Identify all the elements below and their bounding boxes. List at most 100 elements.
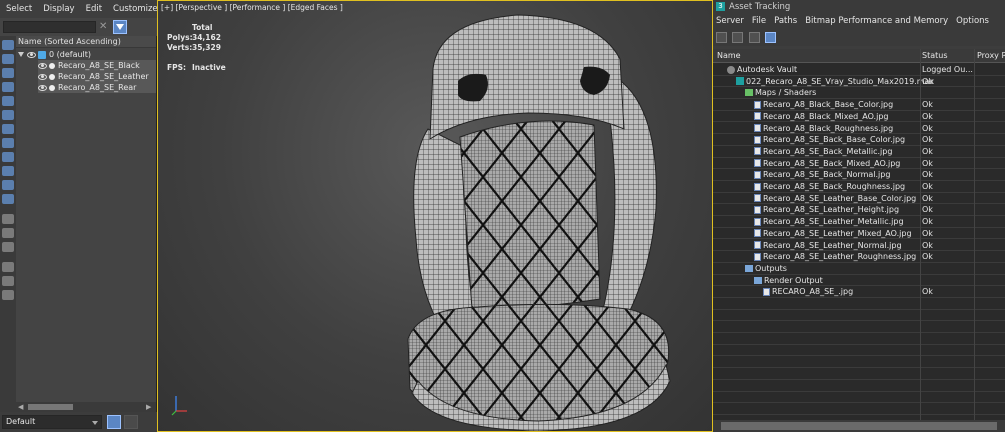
folder-icon[interactable]	[2, 290, 14, 300]
menu-display[interactable]: Display	[37, 4, 79, 14]
asset-row[interactable]: Recaro_A8_SE_Leather_Height.jpg Ok	[713, 204, 1005, 217]
display-hidden-icon[interactable]	[2, 194, 14, 204]
sort-by-hierarchy-icon[interactable]	[107, 415, 121, 429]
asset-row[interactable]: Maps / Shaders	[713, 87, 1005, 100]
viewport-label-menu[interactable]: [+] [Perspective ] [Performance ] [Edged…	[161, 3, 343, 12]
display-bones-icon[interactable]	[2, 152, 14, 162]
asset-row[interactable]: Recaro_A8_Black_Mixed_AO.jpg Ok	[713, 111, 1005, 123]
display-xrefs-icon[interactable]	[2, 138, 14, 148]
asset-row[interactable]	[713, 368, 1005, 380]
list-view-icon[interactable]	[732, 32, 743, 43]
tree-horizontal-scrollbar[interactable]: ◀ ▶	[16, 402, 156, 412]
tree-row-layer-default[interactable]: 0 (default)	[18, 49, 156, 60]
asset-row[interactable]: Outputs	[713, 263, 1005, 275]
scroll-left-icon[interactable]: ◀	[18, 403, 26, 411]
visibility-eye-icon[interactable]	[38, 84, 47, 91]
asset-row[interactable]: Recaro_A8_Black_Base_Color.jpg Ok	[713, 99, 1005, 111]
asset-row[interactable]: 022_Recaro_A8_SE_Vray_Studio_Max2019.max…	[713, 76, 1005, 88]
asset-row[interactable]: Recaro_A8_SE_Leather_Mixed_AO.jpg Ok	[713, 228, 1005, 240]
asset-name: Recaro_A8_SE_Back_Base_Color.jpg	[754, 134, 905, 145]
image-file-icon	[754, 194, 761, 203]
asset-row[interactable]	[713, 298, 1005, 310]
asset-row[interactable]	[713, 380, 1005, 392]
asset-status: Ok	[922, 135, 933, 145]
asset-name: Recaro_A8_SE_Back_Roughness.jpg	[754, 181, 905, 192]
asset-row[interactable]	[713, 392, 1005, 404]
asset-row[interactable]: Recaro_A8_SE_Leather_Metallic.jpg Ok	[713, 216, 1005, 228]
menu-server[interactable]: Server	[713, 14, 749, 29]
visibility-eye-icon[interactable]	[38, 73, 47, 80]
display-shapes-icon[interactable]	[2, 54, 14, 64]
asset-row[interactable]: Render Output	[713, 275, 1005, 287]
racing-seat-wireframe-model[interactable]	[388, 9, 688, 432]
asset-status: Ok	[922, 123, 933, 133]
asset-name: Recaro_A8_SE_Leather_Metallic.jpg	[754, 216, 904, 227]
display-lights-icon[interactable]	[2, 68, 14, 78]
asset-row[interactable]: Recaro_A8_SE_Leather_Normal.jpg Ok	[713, 240, 1005, 252]
display-frozen-icon[interactable]	[2, 180, 14, 190]
menu-select[interactable]: Select	[0, 4, 37, 14]
sort-by-layer-icon[interactable]	[124, 415, 138, 429]
image-file-icon	[754, 147, 761, 156]
invert-display-icon[interactable]	[2, 242, 14, 252]
display-space-warps-icon[interactable]	[2, 110, 14, 120]
asset-row[interactable]: Recaro_A8_SE_Back_Normal.jpg Ok	[713, 169, 1005, 181]
explorer-filter-toolbar	[0, 36, 16, 418]
column-name[interactable]: Name	[717, 49, 917, 63]
column-divider	[920, 49, 921, 420]
asset-row[interactable]: Autodesk Vault Logged Ou...	[713, 64, 1005, 76]
scroll-right-icon[interactable]: ▶	[146, 403, 154, 411]
asset-row[interactable]	[713, 310, 1005, 322]
visibility-eye-icon[interactable]	[27, 51, 36, 58]
asset-row[interactable]: Recaro_A8_SE_Back_Mixed_AO.jpg Ok	[713, 158, 1005, 170]
menu-options[interactable]: Options	[953, 14, 994, 29]
asset-row[interactable]: Recaro_A8_SE_Back_Base_Color.jpg Ok	[713, 134, 1005, 146]
asset-status: Ok	[922, 252, 933, 262]
display-helpers-icon[interactable]	[2, 96, 14, 106]
tree-row-object[interactable]: Recaro_A8_SE_Rear	[38, 82, 156, 93]
menu-paths[interactable]: Paths	[771, 14, 802, 29]
expand-arrow-icon[interactable]	[18, 52, 24, 57]
asset-row[interactable]: Recaro_A8_SE_Back_Roughness.jpg Ok	[713, 181, 1005, 193]
asset-row[interactable]: Recaro_A8_SE_Leather_Roughness.jpg Ok	[713, 251, 1005, 263]
menu-customize[interactable]: Customize	[107, 4, 163, 14]
display-none-icon[interactable]	[2, 228, 14, 238]
grid-view-icon[interactable]	[765, 32, 776, 43]
filter-funnel-icon[interactable]	[2, 262, 14, 272]
filter-icon[interactable]	[113, 20, 127, 34]
layer-dropdown[interactable]: Default	[2, 415, 102, 429]
display-cameras-icon[interactable]	[2, 82, 14, 92]
menu-edit[interactable]: Edit	[80, 4, 107, 14]
asset-status: Ok	[922, 170, 933, 180]
clear-search-icon[interactable]: ✕	[99, 20, 109, 33]
asset-row[interactable]: Recaro_A8_Black_Roughness.jpg Ok	[713, 123, 1005, 135]
asset-row[interactable]: Recaro_A8_SE_Leather_Base_Color.jpg Ok	[713, 193, 1005, 205]
tree-row-object[interactable]: Recaro_A8_SE_Black	[38, 60, 156, 71]
asset-row[interactable]: Recaro_A8_SE_Back_Metallic.jpg Ok	[713, 146, 1005, 158]
refresh-icon[interactable]	[716, 32, 727, 43]
find-icon[interactable]	[2, 276, 14, 286]
asset-row[interactable]	[713, 345, 1005, 357]
asset-row[interactable]	[713, 357, 1005, 369]
display-containers-icon[interactable]	[2, 166, 14, 176]
asset-row[interactable]	[713, 321, 1005, 334]
table-view-icon[interactable]	[749, 32, 760, 43]
search-input[interactable]	[3, 21, 96, 33]
menu-bitmap-performance[interactable]: Bitmap Performance and Memory	[802, 14, 953, 29]
asset-row[interactable]	[713, 333, 1005, 345]
menu-file[interactable]: File	[749, 14, 771, 29]
visibility-eye-icon[interactable]	[38, 62, 47, 69]
column-proxy-resolution[interactable]: Proxy Re	[977, 49, 1005, 63]
scrollbar-thumb[interactable]	[28, 404, 73, 410]
perspective-viewport[interactable]: [+] [Perspective ] [Performance ] [Edged…	[157, 0, 713, 432]
display-groups-icon[interactable]	[2, 124, 14, 134]
column-status[interactable]: Status	[922, 49, 972, 63]
asset-row[interactable]: RECARO_A8_SE_.jpg Ok	[713, 286, 1005, 298]
display-geometry-icon[interactable]	[2, 40, 14, 50]
asset-table-horizontal-scrollbar[interactable]	[713, 420, 1005, 432]
asset-row[interactable]	[713, 403, 1005, 415]
tree-row-object[interactable]: Recaro_A8_SE_Leather	[38, 71, 156, 82]
scrollbar-thumb[interactable]	[721, 422, 997, 430]
tree-column-header[interactable]: Name (Sorted Ascending)	[16, 36, 156, 48]
display-all-icon[interactable]	[2, 214, 14, 224]
